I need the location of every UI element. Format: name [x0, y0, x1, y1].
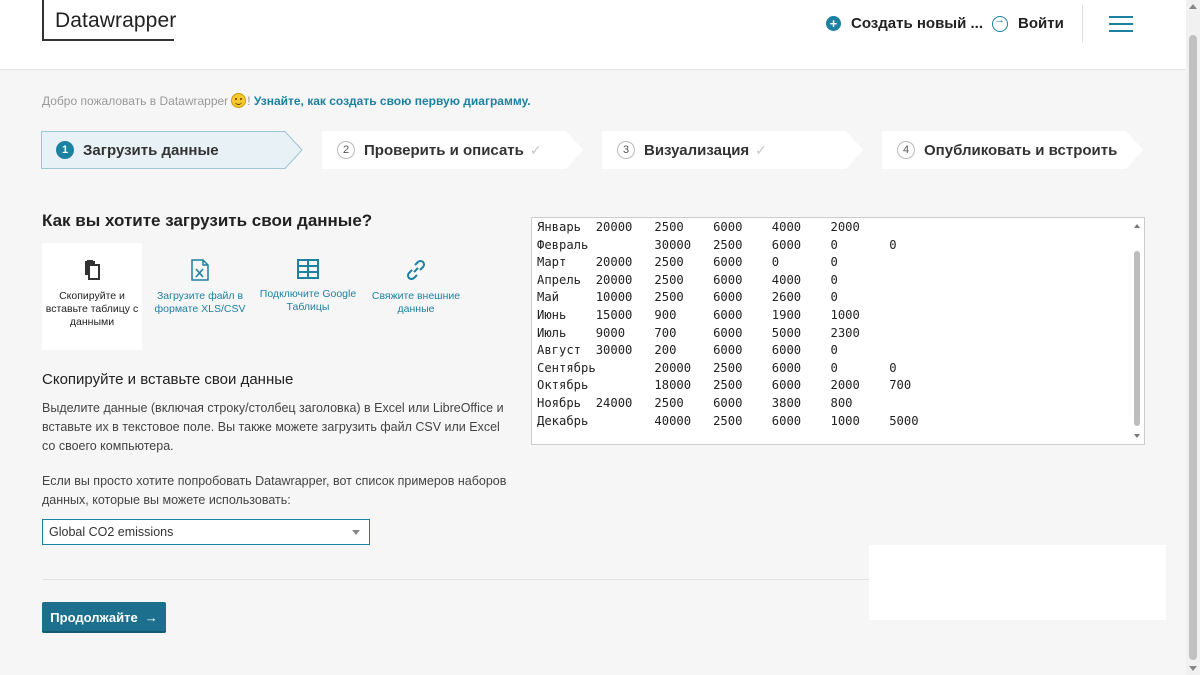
create-new-button[interactable]: + Создать новый ...	[826, 15, 983, 32]
datawrapper-logo[interactable]: Datawrapper	[42, 0, 176, 41]
first-chart-guide-link[interactable]: Узнайте, как создать свою первую диаграм…	[254, 94, 531, 108]
option-label: Загрузите файл в формате XLS/CSV	[154, 290, 246, 315]
option-label: Подключите Google Таблицы	[259, 288, 357, 313]
step-visualize[interactable]: 3 Визуализация ✓	[602, 131, 864, 169]
step-label: Проверить и описать	[364, 141, 524, 159]
option-label: Свяжите внешние данные	[371, 290, 461, 315]
smiley-icon	[231, 93, 247, 108]
scroll-down-arrow-icon[interactable]	[1189, 666, 1197, 671]
step-label: Опубликовать и встроить	[924, 141, 1118, 159]
create-new-label: Создать новый ...	[851, 15, 983, 32]
textarea-scrollbar[interactable]	[1131, 218, 1144, 444]
checkmark-icon: ✓	[755, 141, 767, 158]
option-copy-paste[interactable]: Скопируйте и вставьте таблицу с данными	[42, 243, 142, 350]
sample-dataset-value: Global CO2 emissions	[49, 525, 174, 539]
step-number: 3	[617, 141, 635, 159]
login-label: Войти	[1018, 15, 1064, 32]
checkmark-icon: ✓	[529, 141, 542, 158]
excel-file-icon	[191, 259, 209, 281]
textarea-scroll-thumb[interactable]	[1134, 251, 1140, 426]
table-grid-icon	[297, 259, 319, 279]
welcome-text: Добро пожаловать в Datawrapper	[42, 94, 229, 108]
step-label: Загрузить данные	[83, 141, 219, 159]
step-number: 2	[337, 141, 355, 159]
blank-panel	[869, 545, 1166, 620]
option-upload-file[interactable]: Загрузите файл в формате XLS/CSV	[150, 243, 250, 350]
plus-circle-icon: +	[826, 16, 841, 31]
login-icon	[992, 14, 1008, 32]
data-textarea[interactable]: Январь 20000 2500 6000 4000 2000 Февраль…	[532, 218, 1130, 444]
sample-dataset-select[interactable]: Global CO2 emissions	[42, 519, 370, 545]
option-google-sheets[interactable]: Подключите Google Таблицы	[258, 243, 358, 350]
clipboard-icon	[85, 260, 100, 280]
scroll-up-arrow-icon[interactable]	[1189, 4, 1197, 9]
upload-heading: Как вы хотите загрузить свои данные?	[42, 211, 373, 230]
step-upload-data[interactable]: 1 Загрузить данные	[41, 131, 303, 169]
option-link-external[interactable]: Свяжите внешние данные	[366, 243, 466, 350]
step-check-describe[interactable]: 2 Проверить и описать ✓	[322, 131, 584, 169]
scroll-down-arrow-icon[interactable]	[1134, 434, 1140, 438]
page-scroll-thumb[interactable]	[1189, 35, 1197, 660]
top-header: Datawrapper + Создать новый ... Войти	[0, 0, 1186, 70]
option-label: Скопируйте и вставьте таблицу с данными	[45, 290, 139, 328]
step-number: 1	[56, 141, 74, 159]
arrow-right-icon: →	[144, 610, 158, 625]
paste-instructions: Выделите данные (включая строку/столбец …	[42, 401, 504, 453]
step-number: 4	[897, 141, 915, 159]
page-scrollbar[interactable]	[1186, 0, 1200, 675]
dropdown-caret-icon	[352, 530, 360, 535]
data-input-box[interactable]: Январь 20000 2500 6000 4000 2000 Февраль…	[531, 217, 1145, 445]
step-publish-embed[interactable]: 4 Опубликовать и встроить	[882, 131, 1144, 169]
scroll-up-arrow-icon[interactable]	[1134, 224, 1140, 228]
paste-heading: Скопируйте и вставьте свои данные	[42, 371, 294, 388]
hamburger-menu-icon[interactable]	[1109, 16, 1133, 34]
header-divider	[1082, 5, 1083, 42]
login-button[interactable]: Войти	[992, 14, 1064, 32]
continue-button[interactable]: Продолжайте →	[42, 602, 166, 633]
welcome-message: Добро пожаловать в Datawrapper! Узнайте,…	[42, 93, 531, 108]
link-icon	[406, 259, 426, 281]
sample-datasets-intro: Если вы просто хотите попробовать Datawr…	[42, 474, 507, 507]
continue-label: Продолжайте	[50, 610, 138, 625]
step-label: Визуализация	[644, 141, 750, 159]
